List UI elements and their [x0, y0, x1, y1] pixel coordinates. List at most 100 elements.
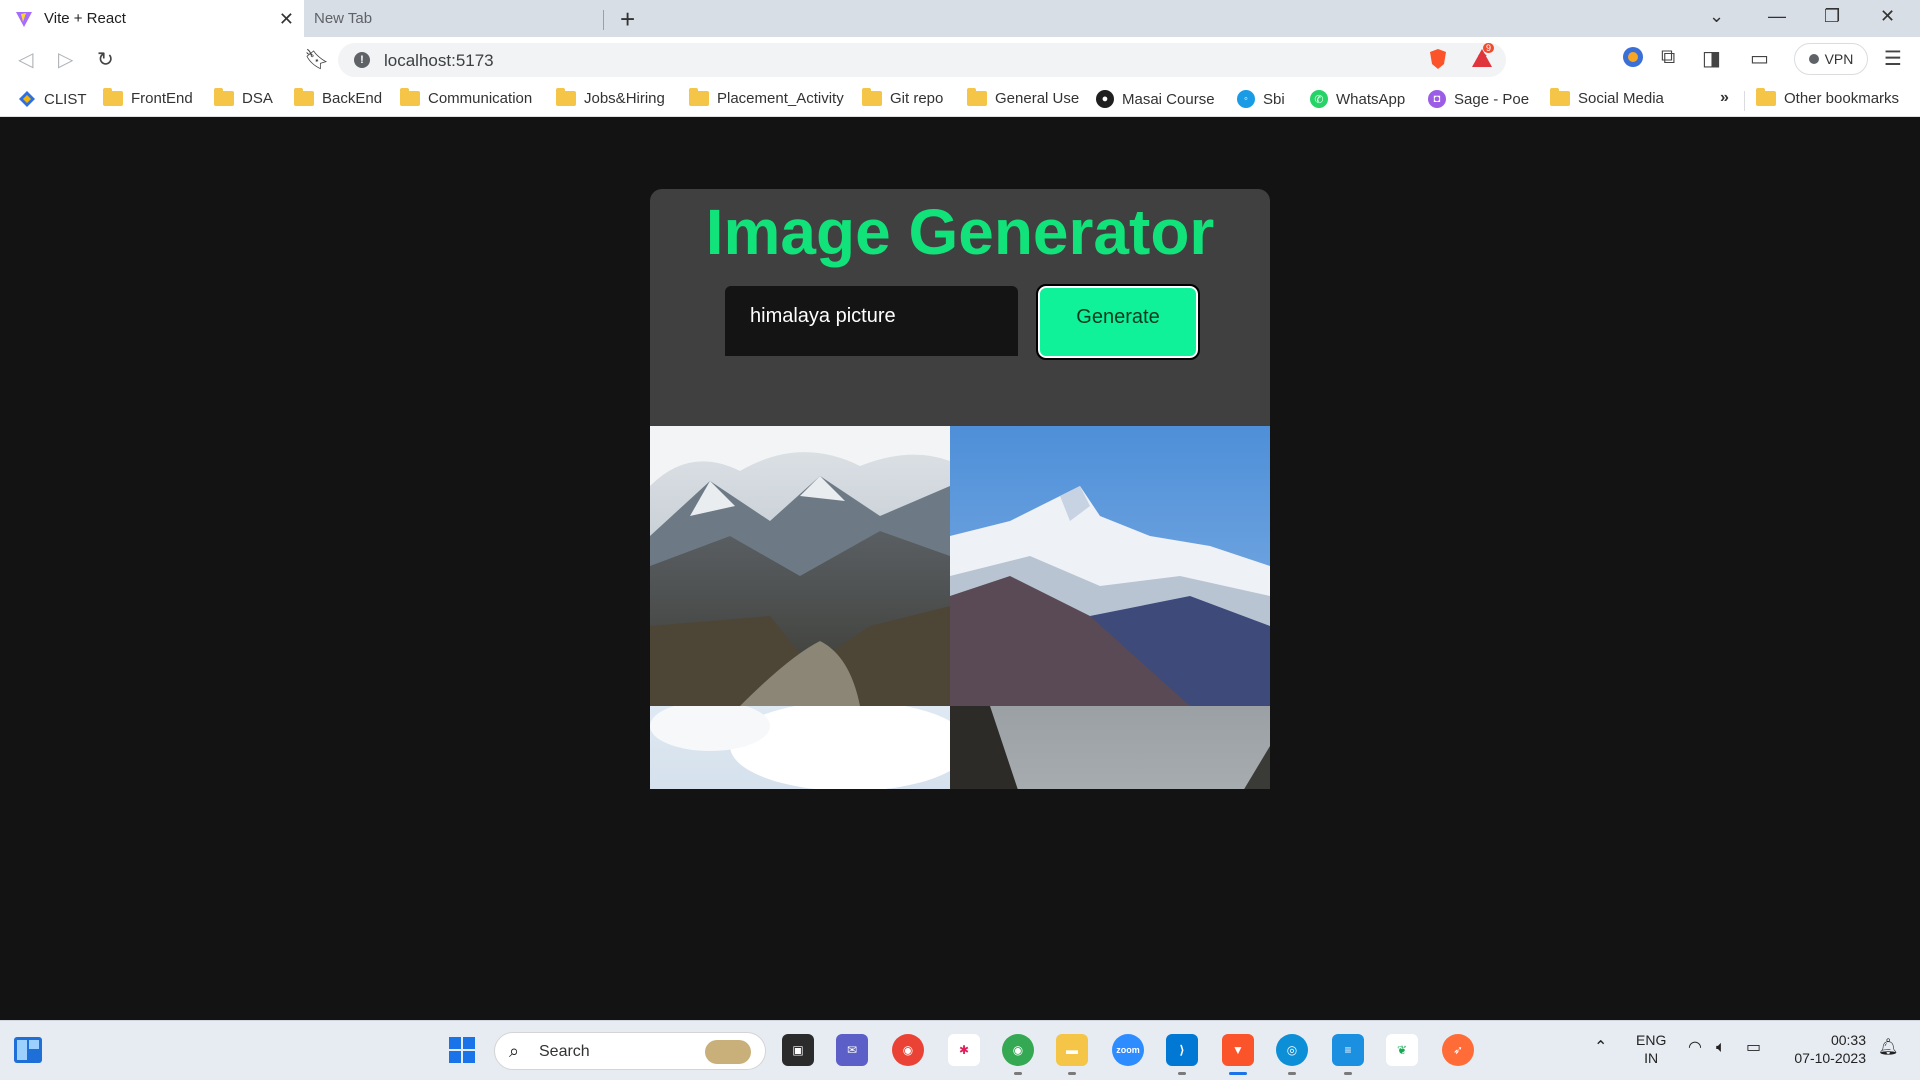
- rocky-stream-image: [950, 706, 1270, 789]
- bookmark-clist[interactable]: CLIST: [18, 90, 87, 108]
- brave-shields-icon[interactable]: [1428, 48, 1448, 70]
- extension-circle-icon[interactable]: [1622, 46, 1644, 74]
- show-hidden-icons-icon[interactable]: ⌃: [1594, 1039, 1607, 1057]
- tab-search-chevron-icon[interactable]: ⌄: [1709, 6, 1724, 27]
- page-viewport: Image Generator Generate: [0, 118, 1920, 1020]
- folder-icon: [862, 88, 882, 106]
- bookmark-git-repo[interactable]: Git repo: [862, 88, 943, 107]
- search-highlight-icon: [705, 1040, 751, 1064]
- generated-image-4[interactable]: [950, 706, 1270, 789]
- clist-icon: [18, 90, 36, 108]
- bookmark-social-media[interactable]: Social Media: [1550, 88, 1664, 107]
- brave-rewards-icon[interactable]: 9: [1470, 43, 1495, 70]
- clock[interactable]: 00:33 07-10-2023: [1786, 1031, 1866, 1067]
- bookmark-sbi[interactable]: ◦ Sbi: [1237, 90, 1285, 108]
- folder-icon: [1756, 88, 1776, 106]
- folder-icon: [1550, 88, 1570, 106]
- generator-card: Image Generator Generate: [650, 189, 1270, 789]
- generated-image-2[interactable]: [950, 426, 1270, 706]
- folder-icon: [967, 88, 987, 106]
- bookmark-sage-poe[interactable]: ◘ Sage - Poe: [1428, 90, 1529, 108]
- prompt-input[interactable]: [725, 286, 1018, 356]
- reload-icon[interactable]: ↻: [97, 47, 114, 72]
- brave-icon[interactable]: ▼: [1222, 1034, 1254, 1075]
- bookmark-label: Sage - Poe: [1454, 90, 1530, 108]
- close-tab-icon[interactable]: ✕: [279, 9, 294, 30]
- windows-taskbar: ⌕ Search ▣ ✉ ◉ ✱ ◉ ▬ zoom ⟩ ▼ ◎ ≡ ❦ ➶ ⌃ …: [0, 1020, 1920, 1080]
- bookmark-label: Masai Course: [1122, 90, 1215, 108]
- new-tab-icon[interactable]: +: [620, 4, 635, 35]
- edge-icon[interactable]: ◎: [1276, 1034, 1308, 1075]
- jagged-ridge-image: [650, 706, 950, 789]
- bookmark-general-use[interactable]: General Use: [967, 88, 1080, 107]
- github-icon: ●: [1096, 90, 1114, 108]
- bookmark-label: CLIST: [44, 90, 87, 108]
- folder-icon: [400, 88, 420, 106]
- back-icon[interactable]: ◁: [18, 47, 33, 72]
- folder-icon: [214, 88, 234, 106]
- bookmark-jobs-hiring[interactable]: Jobs&Hiring: [556, 88, 665, 107]
- bookmark-whatsapp[interactable]: ✆ WhatsApp: [1310, 90, 1405, 108]
- zoom-icon[interactable]: zoom: [1112, 1034, 1144, 1066]
- postman-icon[interactable]: ➶: [1442, 1034, 1474, 1066]
- close-window-icon[interactable]: ✕: [1880, 6, 1895, 27]
- generated-image-1[interactable]: [650, 426, 950, 706]
- teams-chat-icon[interactable]: ✉: [836, 1034, 868, 1066]
- bookmark-other[interactable]: Other bookmarks: [1756, 88, 1899, 107]
- minimize-icon[interactable]: —: [1768, 6, 1786, 27]
- mongodb-icon[interactable]: ❦: [1386, 1034, 1418, 1066]
- wallet-icon[interactable]: ▭: [1750, 46, 1769, 71]
- menu-icon[interactable]: ☰: [1884, 46, 1902, 71]
- bookmark-label: FrontEnd: [131, 90, 193, 107]
- bookmark-label: Jobs&Hiring: [584, 90, 665, 107]
- tab-label: New Tab: [314, 10, 373, 27]
- address-url[interactable]: localhost:5173: [384, 51, 494, 71]
- widgets-icon[interactable]: [12, 1034, 44, 1066]
- tab-new-tab[interactable]: New Tab: [304, 0, 604, 37]
- bookmark-dsa[interactable]: DSA: [214, 88, 273, 107]
- folder-icon: [689, 88, 709, 106]
- page-title: Image Generator: [705, 196, 1215, 268]
- generated-image-3[interactable]: [650, 706, 950, 789]
- more-bookmarks-icon[interactable]: »: [1720, 89, 1729, 107]
- language-region: IN: [1644, 1050, 1659, 1066]
- bookmarks-bar: CLIST FrontEnd DSA BackEnd Communication…: [0, 83, 1920, 117]
- vscode-icon[interactable]: ⟩: [1166, 1034, 1198, 1075]
- wifi-icon[interactable]: ◠: [1688, 1039, 1702, 1057]
- slack-icon[interactable]: ✱: [948, 1034, 980, 1066]
- notifications-icon[interactable]: 🔔︎: [1878, 1039, 1898, 1057]
- notepad-icon[interactable]: ≡: [1332, 1034, 1364, 1075]
- image-grid: [650, 426, 1270, 789]
- bookmark-frontend[interactable]: FrontEnd: [103, 88, 193, 107]
- chrome-icon[interactable]: ◉: [892, 1034, 924, 1066]
- chrome-profile-icon[interactable]: ◉: [1002, 1034, 1034, 1075]
- search-icon: ⌕: [509, 1041, 520, 1061]
- sidebar-icon[interactable]: ◨: [1702, 46, 1721, 71]
- vpn-button[interactable]: VPN: [1794, 43, 1868, 75]
- bookmark-masai-course[interactable]: ● Masai Course: [1096, 90, 1215, 108]
- task-view-icon[interactable]: ▣: [782, 1034, 814, 1066]
- volume-icon[interactable]: 🔈︎: [1716, 1039, 1726, 1057]
- taskbar-search[interactable]: ⌕ Search: [494, 1032, 766, 1070]
- restore-icon[interactable]: ❐: [1824, 6, 1840, 27]
- extensions-puzzle-icon[interactable]: ⧉: [1661, 46, 1675, 69]
- folder-icon: [294, 88, 314, 106]
- forward-icon[interactable]: ▷: [58, 47, 73, 72]
- address-bar[interactable]: ! localhost:5173 ⇪: [338, 43, 1506, 77]
- file-explorer-icon[interactable]: ▬: [1056, 1034, 1088, 1075]
- bookmark-label: General Use: [995, 90, 1080, 107]
- whatsapp-icon: ✆: [1310, 90, 1328, 108]
- start-icon[interactable]: [446, 1034, 478, 1066]
- bookmark-icon[interactable]: 🔖︎: [304, 47, 329, 72]
- bookmark-backend[interactable]: BackEnd: [294, 88, 382, 107]
- generate-button[interactable]: Generate: [1036, 284, 1200, 360]
- snow-peak-image: [950, 426, 1270, 706]
- bookmark-communication[interactable]: Communication: [400, 88, 533, 107]
- bookmark-placement-activity[interactable]: Placement_Activity: [689, 88, 844, 107]
- language-indicator[interactable]: ENG IN: [1636, 1031, 1666, 1067]
- clock-date: 07-10-2023: [1794, 1050, 1866, 1066]
- battery-icon[interactable]: ▭: [1746, 1039, 1761, 1057]
- bookmark-label: Communication: [428, 90, 533, 107]
- site-info-icon[interactable]: !: [354, 52, 370, 68]
- tab-vite-react[interactable]: Vite + React ✕: [0, 0, 304, 37]
